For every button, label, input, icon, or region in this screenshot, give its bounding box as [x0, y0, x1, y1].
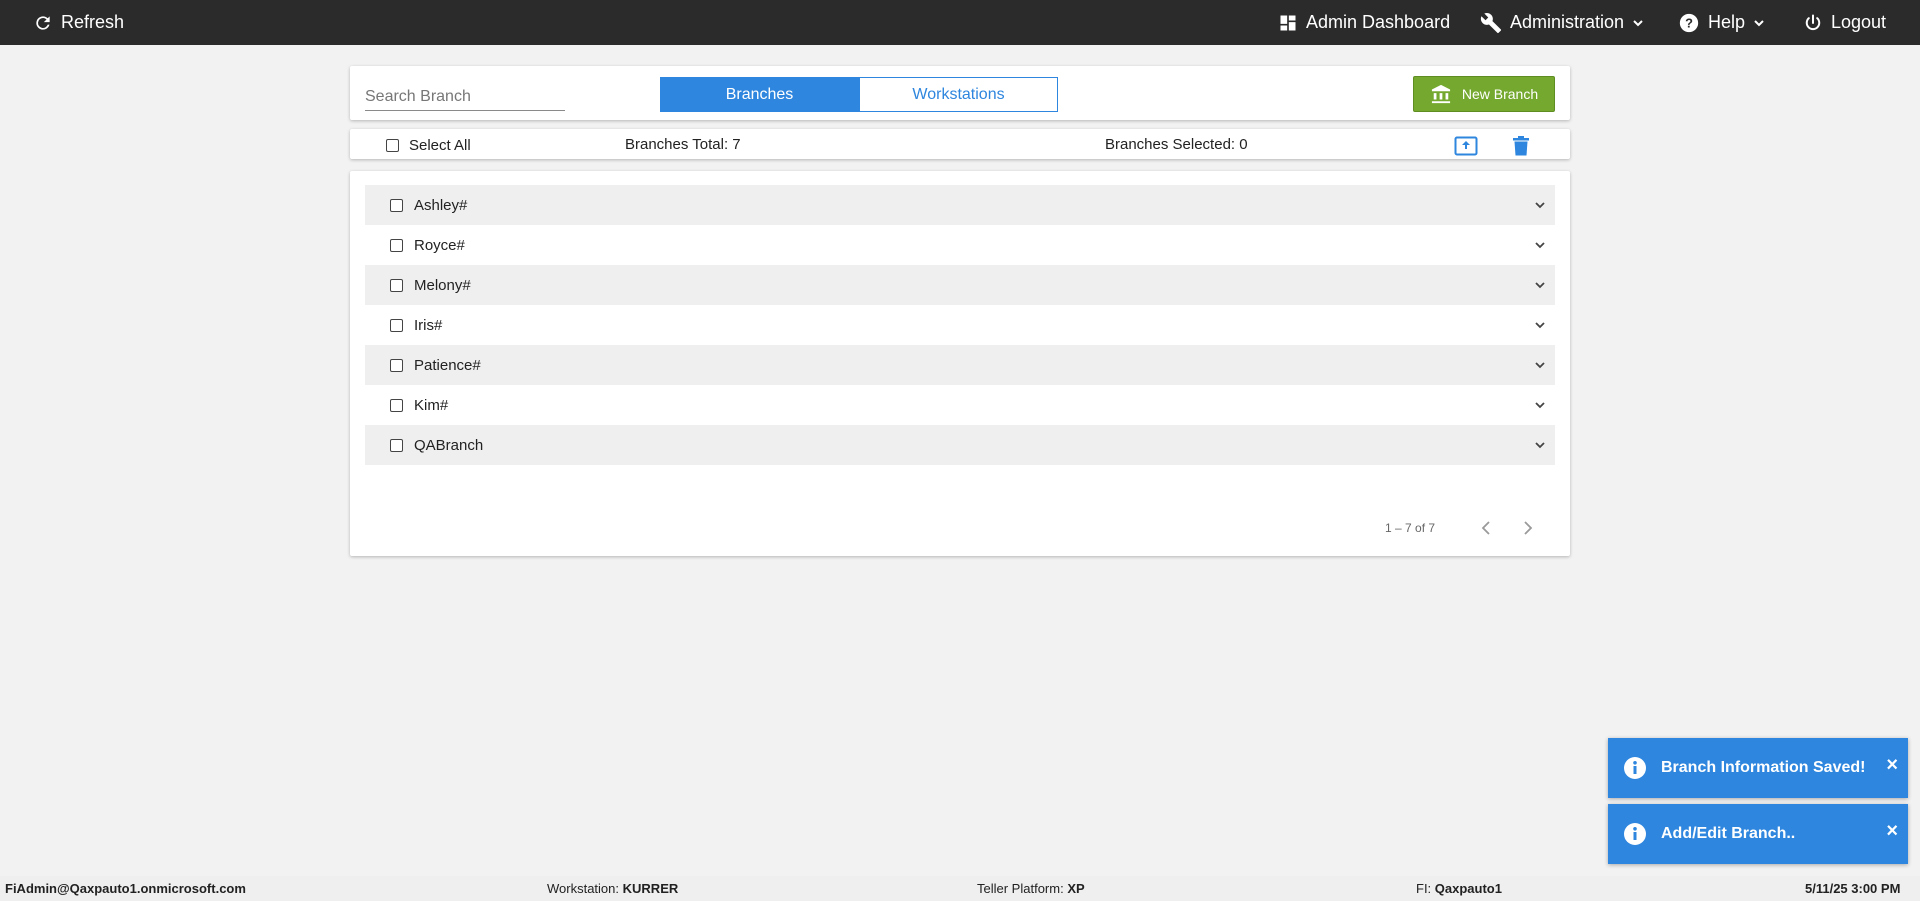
chevron-down-icon[interactable] — [1533, 318, 1547, 332]
close-icon[interactable]: × — [1886, 821, 1898, 841]
chevron-down-icon — [1753, 17, 1765, 29]
refresh-icon — [33, 13, 53, 33]
chevron-down-icon[interactable] — [1533, 198, 1547, 212]
footer-workstation: Workstation: KURRER — [547, 881, 679, 896]
branch-row[interactable]: Melony# — [365, 265, 1555, 305]
branch-checkbox[interactable] — [390, 318, 403, 332]
branch-checkbox[interactable] — [390, 238, 403, 252]
chevron-right-icon[interactable] — [1518, 519, 1536, 537]
chevron-down-icon[interactable] — [1533, 398, 1547, 412]
branch-checkbox[interactable] — [390, 438, 403, 452]
branch-row[interactable]: QABranch — [365, 425, 1555, 465]
toast-message: Branch Information Saved! — [1661, 759, 1866, 776]
toast-notification: Branch Information Saved! × — [1608, 738, 1908, 798]
chevron-down-icon[interactable] — [1533, 278, 1547, 292]
chevron-down-icon[interactable] — [1533, 358, 1547, 372]
close-icon[interactable]: × — [1886, 755, 1898, 775]
branch-name: Kim# — [414, 396, 449, 414]
branch-list-card: Ashley# Royce# Melony# Iris# Patience# Kim# QA… — [350, 171, 1570, 556]
info-icon — [1623, 756, 1647, 780]
wrench-icon — [1480, 12, 1502, 34]
branch-name: Melony# — [414, 276, 471, 294]
toast-message: Add/Edit Branch.. — [1661, 825, 1796, 842]
new-branch-label: New Branch — [1461, 86, 1539, 102]
branch-name: Patience# — [414, 356, 481, 374]
branch-checkbox[interactable] — [390, 198, 403, 212]
help-label: Help — [1708, 12, 1746, 32]
administration-label: Administration — [1510, 12, 1625, 32]
info-icon — [1623, 822, 1647, 846]
branch-row[interactable]: Ashley# — [365, 185, 1555, 225]
select-all-control[interactable]: Select All — [386, 137, 471, 154]
search-branch-input[interactable] — [365, 84, 565, 111]
administration-menu[interactable]: Administration — [1480, 0, 1644, 45]
help-menu[interactable]: ? Help — [1678, 0, 1765, 45]
footer-datetime: 5/11/25 3:00 PM — [1805, 881, 1901, 896]
tab-workstations[interactable]: Workstations — [859, 77, 1058, 112]
tab-workstations-label: Workstations — [912, 85, 1005, 103]
logout-label: Logout — [1831, 12, 1887, 32]
toast-notification: Add/Edit Branch.. × — [1608, 804, 1908, 864]
branches-total: Branches Total: 7 — [625, 136, 741, 153]
branch-checkbox[interactable] — [390, 398, 403, 412]
branch-row[interactable]: Iris# — [365, 305, 1555, 345]
refresh-label: Refresh — [61, 12, 125, 32]
tab-branches[interactable]: Branches — [660, 77, 859, 112]
help-icon: ? — [1678, 12, 1700, 34]
dashboard-icon — [1278, 13, 1298, 33]
new-branch-button[interactable]: New Branch — [1413, 76, 1555, 112]
footer-fi: FI: Qaxpauto1 — [1416, 881, 1502, 896]
footer-teller-platform: Teller Platform: XP — [977, 881, 1085, 896]
pagination-range: 1 – 7 of 7 — [1385, 521, 1436, 535]
admin-dashboard-link[interactable]: Admin Dashboard — [1278, 0, 1450, 45]
branch-row[interactable]: Kim# — [365, 385, 1555, 425]
status-footer: FiAdmin@Qaxpauto1.onmicrosoft.com Workst… — [0, 876, 1920, 901]
select-all-label: Select All — [409, 137, 471, 154]
branch-name: Royce# — [414, 236, 465, 254]
logout-button[interactable]: Logout — [1803, 0, 1886, 45]
branch-checkbox[interactable] — [390, 278, 403, 292]
refresh-button[interactable]: Refresh — [33, 0, 124, 45]
footer-user: FiAdmin@Qaxpauto1.onmicrosoft.com — [5, 881, 246, 896]
branch-checkbox[interactable] — [390, 358, 403, 372]
chevron-down-icon[interactable] — [1533, 238, 1547, 252]
chevron-down-icon — [1632, 17, 1644, 29]
select-all-checkbox[interactable] — [386, 139, 399, 152]
bank-icon — [1430, 84, 1452, 104]
branch-row[interactable]: Royce# — [365, 225, 1555, 265]
svg-text:?: ? — [1685, 15, 1693, 30]
trash-icon[interactable] — [1513, 136, 1529, 156]
branch-name: Iris# — [414, 316, 443, 334]
branches-selected: Branches Selected: 0 — [1105, 136, 1248, 153]
tab-branches-label: Branches — [725, 85, 794, 103]
toolbar-card: Branches Workstations New Branch — [350, 66, 1570, 120]
branch-name: QABranch — [414, 436, 484, 454]
power-icon — [1803, 13, 1823, 33]
branch-row[interactable]: Patience# — [365, 345, 1555, 385]
upload-icon[interactable] — [1454, 136, 1478, 156]
chevron-down-icon[interactable] — [1533, 438, 1547, 452]
chevron-left-icon[interactable] — [1478, 519, 1496, 537]
top-navigation-bar: Refresh Admin Dashboard Administration ?… — [0, 0, 1920, 45]
admin-dashboard-label: Admin Dashboard — [1306, 12, 1451, 32]
selection-bar: Select All Branches Total: 7 Branches Se… — [350, 129, 1570, 159]
branch-name: Ashley# — [414, 196, 468, 214]
